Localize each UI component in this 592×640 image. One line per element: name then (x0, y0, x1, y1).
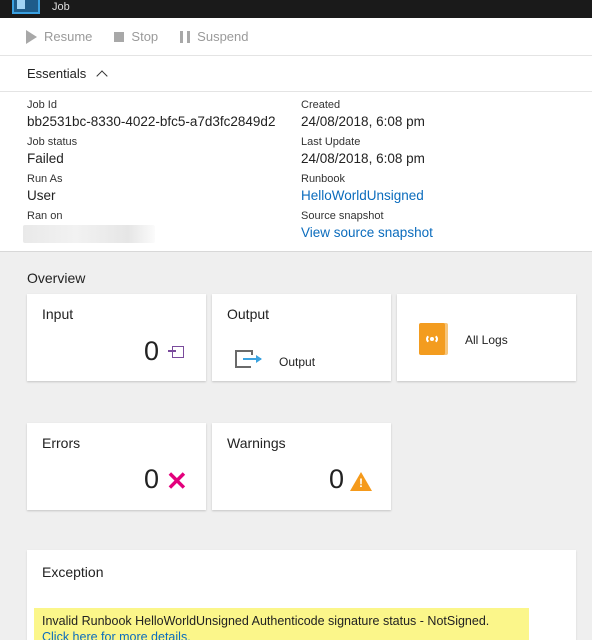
source-snapshot-field: Source snapshot View source snapshot (301, 209, 433, 246)
stop-button[interactable]: Stop (114, 29, 158, 44)
ran-on-field: Ran on (23, 209, 275, 246)
exception-title: Exception (42, 564, 104, 580)
source-snapshot-label: Source snapshot (301, 210, 384, 222)
window-title: Job (52, 1, 70, 13)
output-arrow-icon (243, 355, 262, 363)
created-label: Created (301, 99, 341, 111)
pause-icon (180, 30, 191, 43)
more-details-link[interactable]: Click here for more details. (42, 629, 521, 640)
run-as-field: Run As User (27, 172, 275, 209)
job-status-label: Job status (27, 136, 78, 148)
run-as-value: User (27, 188, 56, 203)
error-x-icon: ✕ (166, 466, 188, 496)
created-field: Created 24/08/2018, 6:08 pm (301, 98, 433, 135)
warnings-label: Warnings (227, 435, 286, 451)
essentials-toggle[interactable]: Essentials (0, 56, 592, 92)
resume-label: Resume (44, 29, 93, 44)
ran-on-label: Ran on (27, 210, 63, 222)
output-link[interactable]: Output (279, 355, 315, 369)
job-status-value: Failed (27, 151, 64, 166)
logs-icon (419, 323, 445, 355)
job-id-field: Job Id bb2531bc-8330-4022-bfc5-a7d3fc284… (27, 98, 275, 135)
warning-triangle-icon: ! (350, 472, 372, 491)
automation-job-icon (12, 0, 40, 14)
all-logs-tile[interactable]: All Logs (397, 294, 576, 381)
exception-panel: Exception Invalid Runbook HelloWorldUnsi… (27, 550, 576, 640)
exception-message: Invalid Runbook HelloWorldUnsigned Authe… (42, 614, 490, 628)
title-bar: Job (0, 0, 592, 18)
job-status-field: Job status Failed (27, 135, 275, 172)
ran-on-redacted-value (23, 225, 155, 243)
suspend-label: Suspend (197, 29, 249, 44)
runbook-field: Runbook HelloWorldUnsigned (301, 172, 433, 209)
job-id-label: Job Id (27, 99, 57, 111)
resume-button[interactable]: Resume (26, 29, 92, 44)
job-properties: Job Id bb2531bc-8330-4022-bfc5-a7d3fc284… (0, 92, 592, 252)
last-update-label: Last Update (301, 136, 361, 148)
overview-title: Overview (27, 270, 86, 286)
input-icon (168, 346, 184, 358)
overview-section: Overview Input 0 Output Output All Logs … (0, 252, 592, 640)
created-value: 24/08/2018, 6:08 pm (301, 114, 425, 129)
stop-label: Stop (131, 29, 159, 44)
all-logs-label: All Logs (465, 333, 508, 347)
stop-icon (114, 31, 125, 42)
toolbar: Resume Stop Suspend (0, 18, 592, 56)
output-label: Output (227, 306, 270, 322)
essentials-label: Essentials (27, 66, 87, 81)
properties-right-column: Created 24/08/2018, 6:08 pm Last Update … (301, 98, 433, 246)
properties-left-column: Job Id bb2531bc-8330-4022-bfc5-a7d3fc284… (23, 98, 275, 246)
warnings-count: 0 (329, 464, 345, 494)
play-icon (26, 29, 37, 44)
chevron-up-icon (96, 70, 108, 82)
job-id-value: bb2531bc-8330-4022-bfc5-a7d3fc2849d2 (27, 114, 276, 129)
runbook-link[interactable]: HelloWorldUnsigned (301, 186, 433, 206)
errors-tile[interactable]: Errors 0 ✕ (27, 423, 206, 510)
output-tile[interactable]: Output Output (212, 294, 391, 381)
view-source-snapshot-link[interactable]: View source snapshot (301, 223, 433, 243)
suspend-button[interactable]: Suspend (180, 29, 249, 44)
last-update-value: 24/08/2018, 6:08 pm (301, 151, 425, 166)
warnings-tile[interactable]: Warnings 0 ! (212, 423, 391, 510)
input-tile[interactable]: Input 0 (27, 294, 206, 381)
input-label: Input (42, 306, 74, 322)
last-update-field: Last Update 24/08/2018, 6:08 pm (301, 135, 433, 172)
run-as-label: Run As (27, 173, 63, 185)
runbook-label: Runbook (301, 173, 346, 185)
exception-message-box: Invalid Runbook HelloWorldUnsigned Authe… (34, 608, 529, 640)
input-count: 0 (144, 336, 160, 366)
errors-label: Errors (42, 435, 81, 451)
errors-count: 0 (144, 464, 160, 494)
